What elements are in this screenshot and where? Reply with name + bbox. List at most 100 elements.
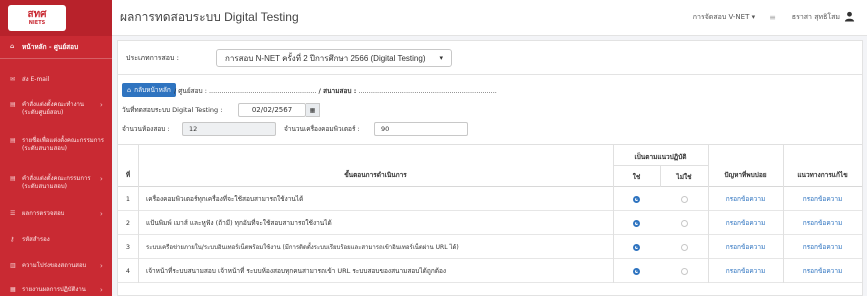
row-step: เครื่องคอมพิวเตอร์ทุกเครื่องที่จะใช้สอบส… xyxy=(146,195,304,203)
sidebar-item-label: คำสั่งแต่งตั้งคณะกรรมการ (ระดับสนามสอบ) xyxy=(22,175,91,190)
radio-yes[interactable] xyxy=(633,267,640,275)
header-no: ที่ xyxy=(125,171,131,179)
sidebar-item-email[interactable]: ✉ ส่ง E-mail xyxy=(0,76,112,84)
center-label: / ศูนย์สอบ : xyxy=(174,87,207,95)
row-step: แป้นพิมพ์ เมาส์ และหูฟัง (ถ้ามี) ทุกอันท… xyxy=(146,219,332,227)
sidebar: สทศ NIETS ⌂ หน้าหลัก - ศูนย์สอบ ✉ ส่ง E-… xyxy=(0,0,112,296)
solution-input-link[interactable]: กรอกข้อความ xyxy=(783,211,862,235)
row-number: 4 xyxy=(125,267,131,275)
exam-menu-dropdown[interactable]: การจัดสอบ V-NET ▾ xyxy=(693,12,755,23)
radio-no-cell xyxy=(660,187,708,211)
table-header: ที่ ขั้นตอนการดำเนินการ เป็นตามแนวปฏิบัต… xyxy=(118,145,862,187)
test-date-input[interactable]: 02/02/2567 xyxy=(238,103,306,117)
back-home-label: กลับหน้าหลัก xyxy=(134,86,171,94)
chevron-right-icon: › xyxy=(100,262,103,270)
chevron-down-icon: ▾ xyxy=(439,55,443,62)
counts-row: จำนวนห้องสอบ : 12 จำนวนเครื่องคอมพิวเตอร… xyxy=(122,122,468,136)
divider xyxy=(708,145,709,187)
divider xyxy=(783,145,784,187)
radio-no[interactable] xyxy=(680,219,688,227)
sidebar-item-center-order[interactable]: ▤ คำสั่งแต่งตั้งคณะทำงาน (ระดับศูนย์สอบ)… xyxy=(0,101,112,117)
radio-yes-cell xyxy=(613,235,660,259)
mail-icon: ✉ xyxy=(10,76,16,83)
computers-label: จำนวนเครื่องคอมพิวเตอร์ : xyxy=(284,125,360,133)
calendar-icon[interactable]: ▦ xyxy=(306,103,320,117)
header-compliance: เป็นตามแนวปฏิบัติ xyxy=(634,153,687,161)
radio-no[interactable] xyxy=(680,267,688,275)
sidebar-item-venue-readiness[interactable]: ▥ ความโปร่งของสถานสอบ › xyxy=(0,262,112,270)
sidebar-item-label: รายชื่อเพื่อแต่งตั้งคณะกรรมการ (ระดับสนา… xyxy=(22,137,104,152)
header-no-answer: ไม่ใช่ xyxy=(676,173,692,181)
header-solution: แนวทางการแก้ไข xyxy=(797,171,848,179)
problem-input-link[interactable]: กรอกข้อความ xyxy=(708,235,783,259)
divider xyxy=(118,74,862,75)
exam-menu-label: การจัดสอบ V-NET xyxy=(692,13,750,21)
header-yes: ใช่ xyxy=(632,173,641,181)
niets-logo[interactable]: สทศ NIETS xyxy=(8,5,66,31)
radio-yes-cell xyxy=(613,259,660,283)
radio-no-cell xyxy=(660,259,708,283)
row-step: ระบบเครือข่ายภายใน/ระบบอินเทอร์เน็ตพร้อม… xyxy=(146,244,459,251)
exam-type-filter: ประเภทการสอบ : การสอบ N-NET ครั้งที่ 2 ป… xyxy=(126,49,452,67)
solution-input-link[interactable]: กรอกข้อความ xyxy=(783,235,862,259)
report-icon: ▦ xyxy=(10,286,16,293)
sidebar-item-backup-code[interactable]: ⚷ รหัสสำรอง xyxy=(0,236,112,244)
logo-area: สทศ NIETS xyxy=(0,0,112,36)
sidebar-item-field-order[interactable]: ▤ คำสั่งแต่งตั้งคณะกรรมการ (ระดับสนามสอบ… xyxy=(0,175,112,191)
main-card: ประเภทการสอบ : การสอบ N-NET ครั้งที่ 2 ป… xyxy=(117,40,863,296)
radio-yes[interactable] xyxy=(633,243,640,251)
problem-input-link[interactable]: กรอกข้อความ xyxy=(708,211,783,235)
divider xyxy=(138,235,139,259)
user-icon[interactable] xyxy=(844,11,855,25)
sidebar-item-label: รหัสสำรอง xyxy=(22,236,50,243)
sidebar-item-report[interactable]: ▦ รายงานผลการปฏิบัติงาน › xyxy=(0,286,112,294)
computers-input[interactable]: 90 xyxy=(374,122,468,136)
sidebar-divider xyxy=(0,58,112,59)
document-icon: ▤ xyxy=(10,137,16,144)
radio-yes[interactable] xyxy=(633,219,640,227)
radio-yes-cell xyxy=(613,211,660,235)
list-icon: ☰ xyxy=(10,210,16,217)
table-row: 2 แป้นพิมพ์ เมาส์ และหูฟัง (ถ้ามี) ทุกอั… xyxy=(118,211,862,235)
radio-no[interactable] xyxy=(680,195,688,203)
radio-no[interactable] xyxy=(680,243,688,251)
checklist-table: ที่ ขั้นตอนการดำเนินการ เป็นตามแนวปฏิบัต… xyxy=(118,144,862,283)
table-row: 1 เครื่องคอมพิวเตอร์ทุกเครื่องที่จะใช้สอ… xyxy=(118,187,862,211)
radio-yes-cell xyxy=(613,187,660,211)
document-icon: ▤ xyxy=(10,101,16,108)
sidebar-item-committee-names[interactable]: ▤ รายชื่อเพื่อแต่งตั้งคณะกรรมการ (ระดับส… xyxy=(0,137,112,153)
chevron-right-icon: › xyxy=(100,286,103,294)
user-name[interactable]: ธราสา สุทธิโสม xyxy=(792,12,840,23)
problem-input-link[interactable]: กรอกข้อความ xyxy=(708,259,783,283)
document-icon: ▤ xyxy=(10,175,16,182)
solution-input-link[interactable]: กรอกข้อความ xyxy=(783,187,862,211)
back-home-button[interactable]: ⌂ กลับหน้าหลัก xyxy=(122,83,176,97)
problem-input-link[interactable]: กรอกข้อความ xyxy=(708,187,783,211)
sidebar-item-inspection[interactable]: ☰ ผลการตรวจสอบ › xyxy=(0,210,112,218)
rooms-input: 12 xyxy=(182,122,276,136)
row-step: เจ้าหน้าที่ระบบสนามสอบ เจ้าหน้าที่ ระบบห… xyxy=(146,267,447,275)
topbar-right: การจัดสอบ V-NET ▾ ≡ ธราสา สุทธิโสม xyxy=(693,11,867,25)
location-line: / ศูนย์สอบ : ...........................… xyxy=(174,86,497,96)
topbar: ผลการทดสอบระบบ Digital Testing การจัดสอบ… xyxy=(112,0,867,36)
exam-type-selected: การสอบ N-NET ครั้งที่ 2 ปีการศึกษา 2566 … xyxy=(225,53,426,63)
divider xyxy=(138,211,139,235)
logo-text: สทศ xyxy=(27,9,47,20)
exam-type-select[interactable]: การสอบ N-NET ครั้งที่ 2 ปีการศึกษา 2566 … xyxy=(216,49,452,67)
solution-input-link[interactable]: กรอกข้อความ xyxy=(783,259,862,283)
sidebar-item-label: ส่ง E-mail xyxy=(22,76,50,83)
row-number: 3 xyxy=(125,243,131,251)
exam-type-label: ประเภทการสอบ : xyxy=(126,53,180,62)
rooms-label: จำนวนห้องสอบ : xyxy=(122,125,170,133)
list-icon[interactable]: ≡ xyxy=(769,13,776,22)
sidebar-item-home[interactable]: ⌂ หน้าหลัก - ศูนย์สอบ xyxy=(0,43,112,51)
sidebar-item-label: ความโปร่งของสถานสอบ xyxy=(22,262,87,269)
page-title: ผลการทดสอบระบบ Digital Testing xyxy=(120,10,299,24)
radio-yes[interactable] xyxy=(633,195,640,203)
row-number: 2 xyxy=(125,219,131,227)
radio-no-cell xyxy=(660,235,708,259)
chevron-right-icon: › xyxy=(100,101,103,109)
chevron-right-icon: › xyxy=(100,210,103,218)
field-value: ........................................… xyxy=(358,87,497,95)
field-label: / สนามสอบ : xyxy=(318,87,357,95)
